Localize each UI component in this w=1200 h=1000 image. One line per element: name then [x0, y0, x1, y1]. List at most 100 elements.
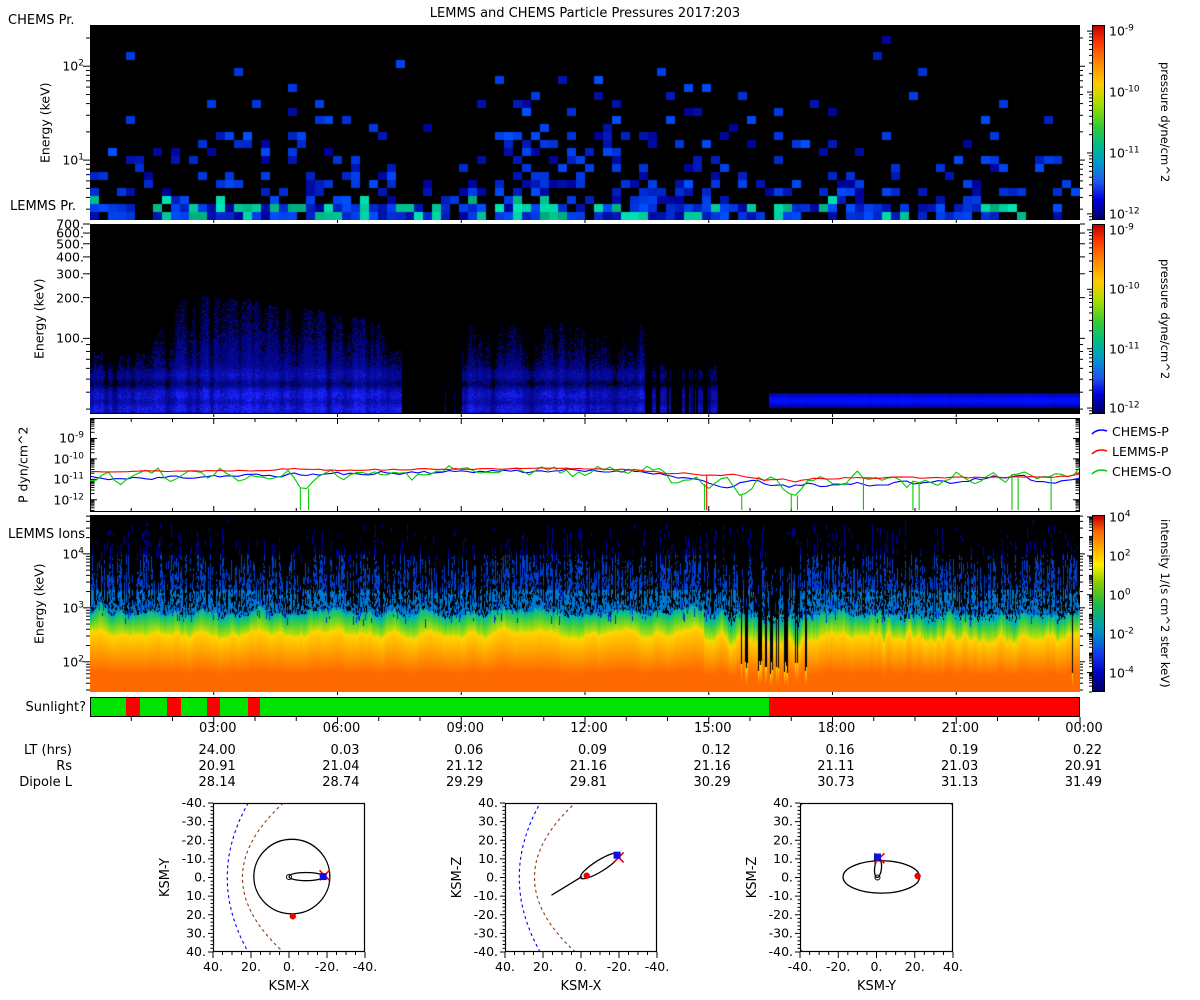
orbit-yaxis-label: KSM-Z	[745, 857, 760, 899]
ephemeris-value: 29.29	[446, 775, 484, 790]
y-tick-label: 100.	[56, 330, 84, 346]
legend-label: LEMMS-P	[1112, 443, 1169, 459]
orbit-y-tick-label: -20.	[474, 907, 498, 922]
ephemeris-row-label: LT (hrs)	[23, 743, 72, 758]
y-tick-label: 102	[62, 654, 84, 670]
position-dot-marker	[583, 872, 590, 879]
ephemeris-row-label: Dipole L	[19, 775, 72, 790]
orbit-x-tick-label: -20.	[315, 959, 339, 974]
orbit-y-tick-label: 10.	[186, 888, 206, 903]
colorbar-tick-label: 10-9	[1109, 23, 1134, 39]
orbit-plot-2: -40. -20. 0. 20. 40. 40. 30. 20. 10. 0. -10. -20. -3…	[745, 795, 963, 994]
orbit-plots: 40. 20. 0. -20. -40. -40. -30. -20. -10. 0. 10. 20.…	[158, 795, 963, 994]
legend-line-sample	[1091, 429, 1108, 435]
time-tick-label: 18:00	[817, 721, 856, 736]
orbit-y-tick-label: -10.	[474, 888, 498, 903]
time-tick-label: 03:00	[199, 721, 237, 736]
colorbar-tick-label: 10-12	[1109, 206, 1140, 222]
legend-line-sample	[1091, 449, 1108, 455]
orbit-x-tick-label: -40.	[645, 959, 669, 974]
position-dot-marker	[289, 913, 296, 920]
colorbar-label-pressure-2: pressure dyne/cm^2	[1158, 258, 1172, 380]
ephemeris-value: 0.03	[330, 743, 360, 758]
orbit-x-tick-label: 0.	[871, 959, 883, 974]
orbit-y-tick-label: 10.	[478, 851, 498, 866]
orbit-plot-0: 40. 20. 0. -20. -40. -40. -30. -20. -10. 0. 10. 20.…	[158, 795, 377, 994]
ephemeris-value: 21.11	[817, 759, 855, 774]
orbit-petal	[288, 871, 324, 882]
orbit-y-tick-label: 30.	[773, 814, 793, 829]
colorbar-tick-label: 10-9	[1109, 222, 1134, 238]
y-tick-label: 400.	[56, 249, 84, 265]
magnetopause-curve	[533, 803, 576, 952]
y-tick-label: 200.	[56, 290, 84, 306]
orbit-x-tick-label: 20.	[905, 959, 925, 974]
orbit-y-tick-label: -40.	[474, 944, 498, 959]
legend-line-sample	[1091, 469, 1108, 475]
ephemeris-value: 20.91	[1064, 759, 1102, 774]
ylabel-energy-chems: Energy (keV)	[37, 82, 53, 163]
magnetopause-curve	[241, 803, 284, 952]
orbit-x-tick-label: 0.	[575, 959, 587, 974]
chems-pressure-spectrogram	[90, 25, 1080, 220]
orbit-x-tick-label: 20.	[533, 959, 553, 974]
ephemeris-value: 0.09	[578, 743, 607, 758]
sunlight-segment-on	[219, 698, 248, 716]
orbit-x-tick-label: -20.	[607, 959, 631, 974]
colorbar-tick-label: 10-12	[1109, 400, 1140, 416]
orbit-x-tick-label: 40.	[203, 959, 223, 974]
colorbar-pressure-2	[1092, 224, 1105, 414]
orbit-x-tick-label: 40.	[943, 959, 963, 974]
colorbar-tick-label: 10-11	[1109, 341, 1140, 357]
y-tick-label: 10-11	[53, 471, 84, 487]
colorbar-pressure-1	[1092, 25, 1105, 220]
orbit-y-tick-label: -30.	[769, 925, 793, 940]
orbit-y-tick-label: 40.	[478, 795, 498, 810]
orbit-y-tick-label: 0.	[194, 870, 206, 885]
ephemeris-value: 21.12	[446, 759, 484, 774]
colorbar-tick-label: 10-11	[1109, 145, 1140, 161]
position-dot-marker	[914, 872, 921, 880]
orbit-y-tick-label: 30.	[478, 814, 498, 829]
colorbar-tick-label: 10-10	[1109, 84, 1140, 100]
colorbar-tick-label: 10-4	[1109, 664, 1134, 681]
colorbar-tick-label: 10-2	[1109, 626, 1134, 642]
time-tick-label: 09:00	[446, 721, 484, 736]
orbit-y-tick-label: 30.	[186, 925, 206, 940]
y-tick-label: 101	[62, 152, 84, 168]
time-tick-label: 12:00	[570, 721, 608, 736]
orbit-y-tick-label: -40.	[769, 944, 793, 959]
ephemeris-value: 0.12	[701, 743, 731, 758]
ephemeris-value: 0.16	[825, 743, 855, 758]
orbit-x-tick-label: 20.	[241, 959, 261, 974]
legend-label: CHEMS-O	[1112, 463, 1172, 479]
bowshock-curve	[518, 803, 541, 952]
page-title: LEMMS and CHEMS Particle Pressures 2017:…	[429, 6, 741, 21]
ephemeris-value: 0.06	[454, 743, 484, 758]
ephemeris-value: 0.22	[1073, 743, 1102, 758]
time-tick-label: 06:00	[322, 721, 361, 736]
colorbar-tick-label: 102	[1109, 548, 1131, 564]
orbit-y-tick-label: 40.	[186, 944, 206, 959]
ephemeris-value: 30.73	[817, 775, 855, 790]
ephemeris-value: 29.81	[569, 775, 607, 790]
sunlight-bar	[90, 697, 1080, 717]
colorbar-intensity	[1092, 515, 1105, 692]
line-chart-legend: CHEMS-P LEMMS-P CHEMS-O	[1091, 421, 1171, 481]
orbit-x-tick-label: 0.	[283, 959, 295, 974]
y-tick-label: 102	[62, 58, 84, 74]
colorbar-label-intensity: intensity 1/(s cm^2 ster keV)	[1158, 519, 1172, 688]
orbit-y-tick-label: 20.	[186, 907, 206, 922]
time-tick-label: 21:00	[941, 721, 979, 736]
line-chart-frame	[90, 418, 1080, 512]
ephemeris-value: 28.14	[198, 775, 236, 790]
legend-item: CHEMS-P	[1091, 421, 1171, 441]
y-tick-label: 103	[62, 600, 84, 616]
orbit-y-tick-label: 10.	[773, 851, 793, 866]
orbit-y-tick-label: 20.	[773, 832, 793, 847]
orbit-y-tick-label: -40.	[182, 795, 206, 810]
orbit-plot-1: 40. 20. 0. -20. -40.40.30.20.10.0.-10.-20.-3…	[450, 795, 669, 994]
time-tick-label: 00:00	[1065, 721, 1103, 736]
orbit-yaxis-label: KSM-Z	[450, 857, 465, 899]
ephemeris-value: 31.13	[941, 775, 979, 790]
